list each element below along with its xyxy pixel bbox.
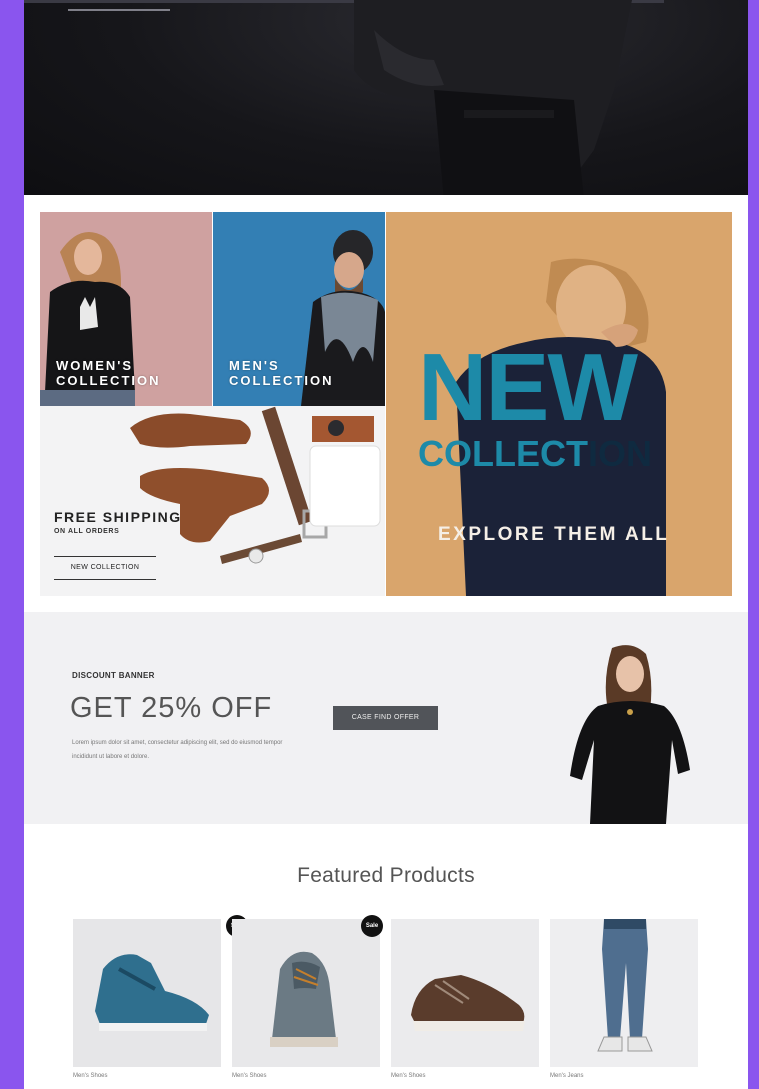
mens-label-line1: MEN'S <box>229 358 280 373</box>
find-offer-button[interactable]: CASE FIND OFFER <box>333 706 438 730</box>
sneaker-blue-icon <box>73 919 221 1067</box>
product-name[interactable]: Men's Shoes <box>232 1073 267 1079</box>
new-heading: NEW <box>418 334 638 441</box>
sale-badge: Sale <box>361 915 383 937</box>
shoe-brown-icon <box>391 919 539 1067</box>
product-name[interactable]: Men's Shoes <box>73 1073 108 1079</box>
product-name[interactable]: Men's Jeans <box>550 1073 584 1079</box>
explore-all-link[interactable]: EXPLORE THEM ALL <box>438 524 669 546</box>
free-shipping-subtitle: ON ALL ORDERS <box>54 528 120 535</box>
product-card[interactable] <box>391 919 539 1067</box>
jeans-icon <box>550 919 698 1067</box>
collection-heading-part-a: COLLECT <box>418 433 588 474</box>
womens-label-line1: WOMEN'S <box>56 358 134 373</box>
discount-description: Lorem ipsum dolor sit amet, consectetur … <box>72 740 283 760</box>
mens-collection-tile[interactable]: MEN'S COLLECTION <box>213 212 385 406</box>
hero-model-image <box>354 0 632 195</box>
new-collection-tile[interactable]: NEW COLLECTION EXPLORE THEM ALL <box>386 212 732 596</box>
discount-title: GET 25% OFF <box>70 692 273 724</box>
collection-heading: COLLECTION <box>418 434 652 474</box>
product-card[interactable] <box>550 919 698 1067</box>
shoe-grey-icon <box>232 919 380 1067</box>
new-collection-button[interactable]: NEW COLLECTION <box>54 556 156 580</box>
product-card[interactable] <box>232 919 380 1067</box>
womens-collection-label: WOMEN'S COLLECTION <box>56 358 161 388</box>
product-name[interactable]: Men's Shoes <box>391 1073 426 1079</box>
free-shipping-title: FREE SHIPPING <box>54 509 182 525</box>
mens-collection-label: MEN'S COLLECTION <box>229 358 334 388</box>
product-card[interactable] <box>73 919 221 1067</box>
discount-label: DISCOUNT BANNER <box>72 671 155 680</box>
hero-banner <box>24 0 748 195</box>
womens-collection-tile[interactable]: WOMEN'S COLLECTION <box>40 212 212 406</box>
free-shipping-tile: FREE SHIPPING ON ALL ORDERS NEW COLLECTI… <box>40 406 385 596</box>
mens-label-line2: COLLECTION <box>229 373 334 388</box>
hero-caption-line <box>68 9 170 11</box>
discount-model-image <box>570 645 690 824</box>
page: WOMEN'S COLLECTION MEN'S COLLECTION FREE… <box>24 0 748 1089</box>
collection-heading-part-b: ION <box>587 433 652 474</box>
featured-products-title: Featured Products <box>297 864 475 887</box>
discount-banner: DISCOUNT BANNER GET 25% OFF Lorem ipsum … <box>24 612 748 824</box>
womens-label-line2: COLLECTION <box>56 373 161 388</box>
